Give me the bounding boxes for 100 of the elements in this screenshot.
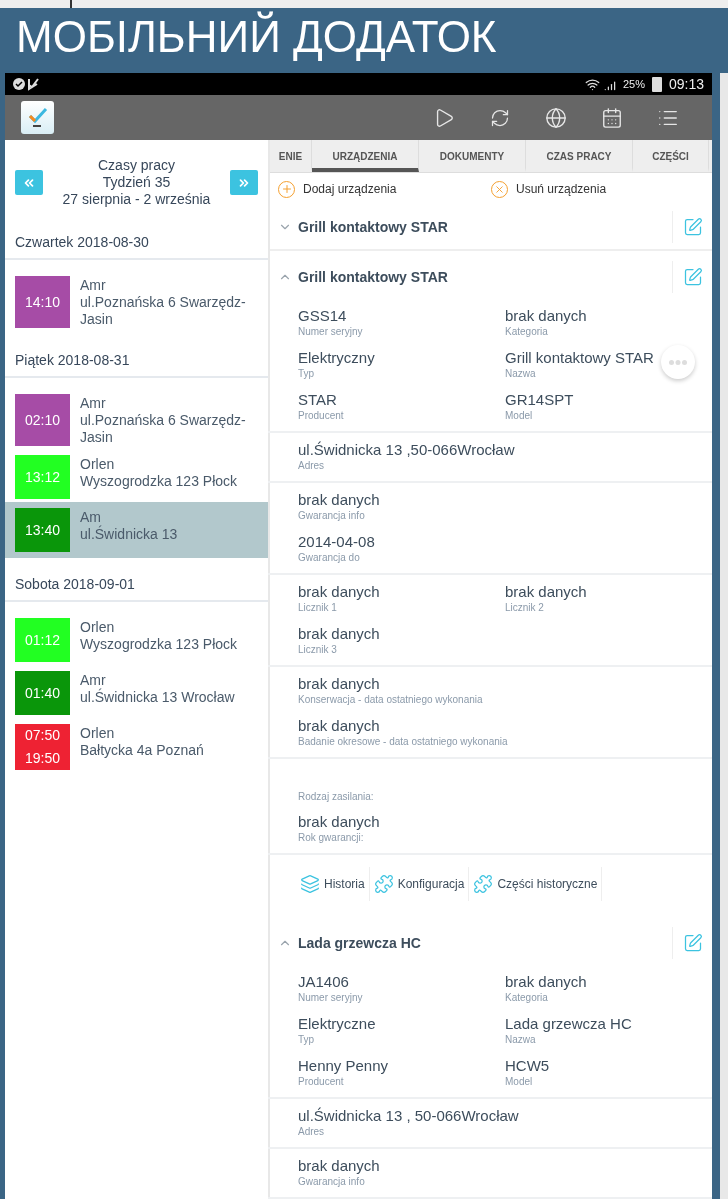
- week-number: Tydzień 35: [102, 174, 171, 191]
- tab[interactable]: DOKUMENTY: [419, 140, 526, 172]
- day-header: Sobota 2018-09-01: [5, 564, 268, 602]
- section-link[interactable]: Historia: [300, 867, 370, 901]
- field-label: Producent: [298, 409, 344, 423]
- field-value: Henny Penny: [298, 1056, 389, 1075]
- wifi-icon: [584, 76, 600, 92]
- field-value: GR14SPT: [505, 390, 574, 409]
- time-badge: 14:10: [15, 276, 70, 328]
- entry-address: Wyszogrodzka 123 Płock: [80, 636, 238, 653]
- entry-address: ul.Poznańska 6 Swarzędz-Jasin: [80, 294, 247, 328]
- remove-device-button[interactable]: Usuń urządzenia: [491, 180, 704, 198]
- field-value: brak danych: [505, 972, 587, 991]
- day-header: Piątek 2018-08-31: [5, 340, 268, 378]
- work-entry[interactable]: 13:40 Am ul.Świdnicka 13: [5, 502, 268, 558]
- field-label: Model: [505, 1075, 533, 1089]
- slide-title: МОБІЛЬНИЙ ДОДАТОК: [15, 10, 498, 63]
- work-entry[interactable]: 01:12 Orlen Wyszogrodzka 123 Płock: [5, 618, 268, 662]
- field-label: Rok gwarancji:: [298, 831, 364, 845]
- field-value: ul.Świdnicka 13 , 50-066Wrocław: [298, 1106, 519, 1125]
- entry-address: ul.Poznańska 6 Swarzędz-Jasin: [80, 412, 247, 446]
- field-value: STAR: [298, 390, 337, 409]
- puzzle-icon: [373, 874, 394, 894]
- field-label: Licznik 1: [298, 601, 337, 615]
- field-value: JA1406: [298, 972, 349, 991]
- field-label: Gwarancja info: [298, 1175, 365, 1189]
- field-label: Gwarancja do: [298, 551, 360, 565]
- time-badge: 02:10: [15, 394, 70, 446]
- work-entry[interactable]: 07:50 19:50 Orlen Bałtycka 4a Poznań: [5, 724, 268, 770]
- device-title: Grill kontaktowy STAR: [298, 219, 449, 235]
- field-label: Model: [505, 409, 533, 423]
- section-link[interactable]: Konfiguracja: [373, 867, 470, 901]
- entry-address: ul.Świdnicka 13 Wrocław: [80, 689, 235, 706]
- battery-icon: [651, 76, 662, 92]
- field-value: HCW5: [505, 1056, 550, 1075]
- field-value: Grill kontaktowy STAR: [505, 348, 654, 367]
- field-value: Elektryczne: [298, 1014, 376, 1033]
- tab[interactable]: CZAS PRACY: [526, 140, 633, 172]
- field-value: brak danych: [298, 674, 380, 693]
- field-label: Licznik 3: [298, 643, 337, 657]
- week-title: Czasy pracy: [98, 157, 175, 174]
- field-label: Typ: [298, 367, 315, 381]
- device-title: Lada grzewcza HC: [298, 935, 422, 951]
- field-label: Adres: [298, 459, 325, 473]
- next-week-button[interactable]: [230, 170, 258, 195]
- entry-address: Bałtycka 4a Poznań: [80, 742, 204, 759]
- puzzle-icon: [473, 874, 494, 894]
- ellipsis-icon: [669, 359, 687, 365]
- layers-icon: [300, 874, 320, 894]
- field-value: Lada grzewcza HC: [505, 1014, 632, 1033]
- work-entry[interactable]: 14:10 Amr ul.Poznańska 6 Swarzędz-Jasin: [5, 276, 268, 328]
- field-value: GSS14: [298, 306, 347, 325]
- field-caption: Rodzaj zasilania:: [298, 791, 374, 802]
- field-label: Badanie okresowe - data ostatniego wykonania: [298, 735, 508, 749]
- entry-name: Amr: [80, 395, 107, 412]
- work-entry[interactable]: 01:40 Amr ul.Świdnicka 13 Wrocław: [5, 671, 268, 715]
- field-value: brak danych: [505, 306, 587, 325]
- entry-address: Wyszogrodzka 123 Płock: [80, 473, 238, 490]
- previous-week-button[interactable]: [15, 170, 43, 195]
- field-label: Gwarancja info: [298, 509, 365, 523]
- entry-name: Orlen: [80, 725, 116, 742]
- field-value: brak danych: [298, 490, 380, 509]
- add-device-button[interactable]: Dodaj urządzenia: [278, 180, 491, 198]
- work-entry[interactable]: 13:12 Orlen Wyszogrodzka 123 Płock: [5, 455, 268, 499]
- field-label: Konserwacja - data ostatniego wykonania: [298, 693, 483, 707]
- field-label: Nazwa: [505, 1033, 536, 1047]
- time-badge: 13:40: [15, 508, 70, 552]
- field-label: Nazwa: [505, 367, 536, 381]
- field-label: Numer seryjny: [298, 325, 363, 339]
- entry-address: ul.Świdnicka 13: [80, 526, 178, 543]
- field-value: 2014-04-08: [298, 532, 375, 551]
- day-header: Czwartek 2018-08-30: [5, 222, 268, 260]
- entry-name: Orlen: [80, 619, 116, 636]
- tab[interactable]: CZĘŚCI: [633, 140, 709, 172]
- field-label: Kategoria: [505, 325, 548, 339]
- field-value: Elektryczny: [298, 348, 375, 367]
- time-badge: 01:12: [15, 618, 70, 662]
- battery-percent: 25%: [622, 78, 645, 90]
- tab[interactable]: ENIE: [270, 140, 312, 172]
- field-label: Producent: [298, 1075, 344, 1089]
- field-value: brak danych: [505, 582, 587, 601]
- field-label: Typ: [298, 1033, 315, 1047]
- section-link[interactable]: Części historyczne: [473, 867, 603, 901]
- work-entry[interactable]: 02:10 Amr ul.Poznańska 6 Swarzędz-Jasin: [5, 394, 268, 446]
- clock: 09:13: [668, 76, 704, 92]
- time-badge: 07:50 19:50: [15, 724, 70, 770]
- field-label: Kategoria: [505, 991, 548, 1005]
- time-badge: 13:12: [15, 455, 70, 499]
- field-value: brak danych: [298, 582, 380, 601]
- field-label: Adres: [298, 1125, 325, 1139]
- field-value: brak danych: [298, 624, 380, 643]
- tab[interactable]: URZĄDZENIA: [312, 140, 419, 172]
- time-badge: 01:40: [15, 671, 70, 715]
- field-value: brak danych: [298, 1156, 380, 1175]
- field-value: brak danych: [298, 812, 380, 831]
- app-logo[interactable]: [21, 101, 54, 134]
- field-label: Licznik 2: [505, 601, 544, 615]
- entry-name: Orlen: [80, 456, 116, 473]
- field-label: Numer seryjny: [298, 991, 363, 1005]
- entry-name: Am: [80, 509, 102, 525]
